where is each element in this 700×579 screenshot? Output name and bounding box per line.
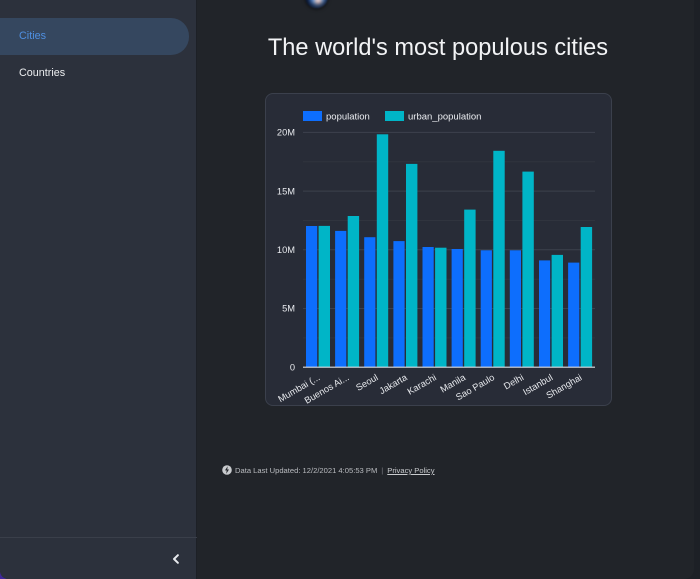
svg-text:5M: 5M — [282, 304, 295, 314]
svg-text:15M: 15M — [277, 186, 295, 196]
svg-text:0: 0 — [290, 362, 295, 372]
svg-text:10M: 10M — [277, 245, 295, 255]
svg-text:Karachi: Karachi — [406, 372, 438, 396]
svg-text:urban_population: urban_population — [408, 112, 481, 123]
svg-text:population: population — [326, 112, 370, 123]
svg-text:Seoul: Seoul — [354, 372, 380, 393]
svg-text:20M: 20M — [277, 128, 295, 138]
svg-text:Jakarta: Jakarta — [377, 372, 409, 396]
